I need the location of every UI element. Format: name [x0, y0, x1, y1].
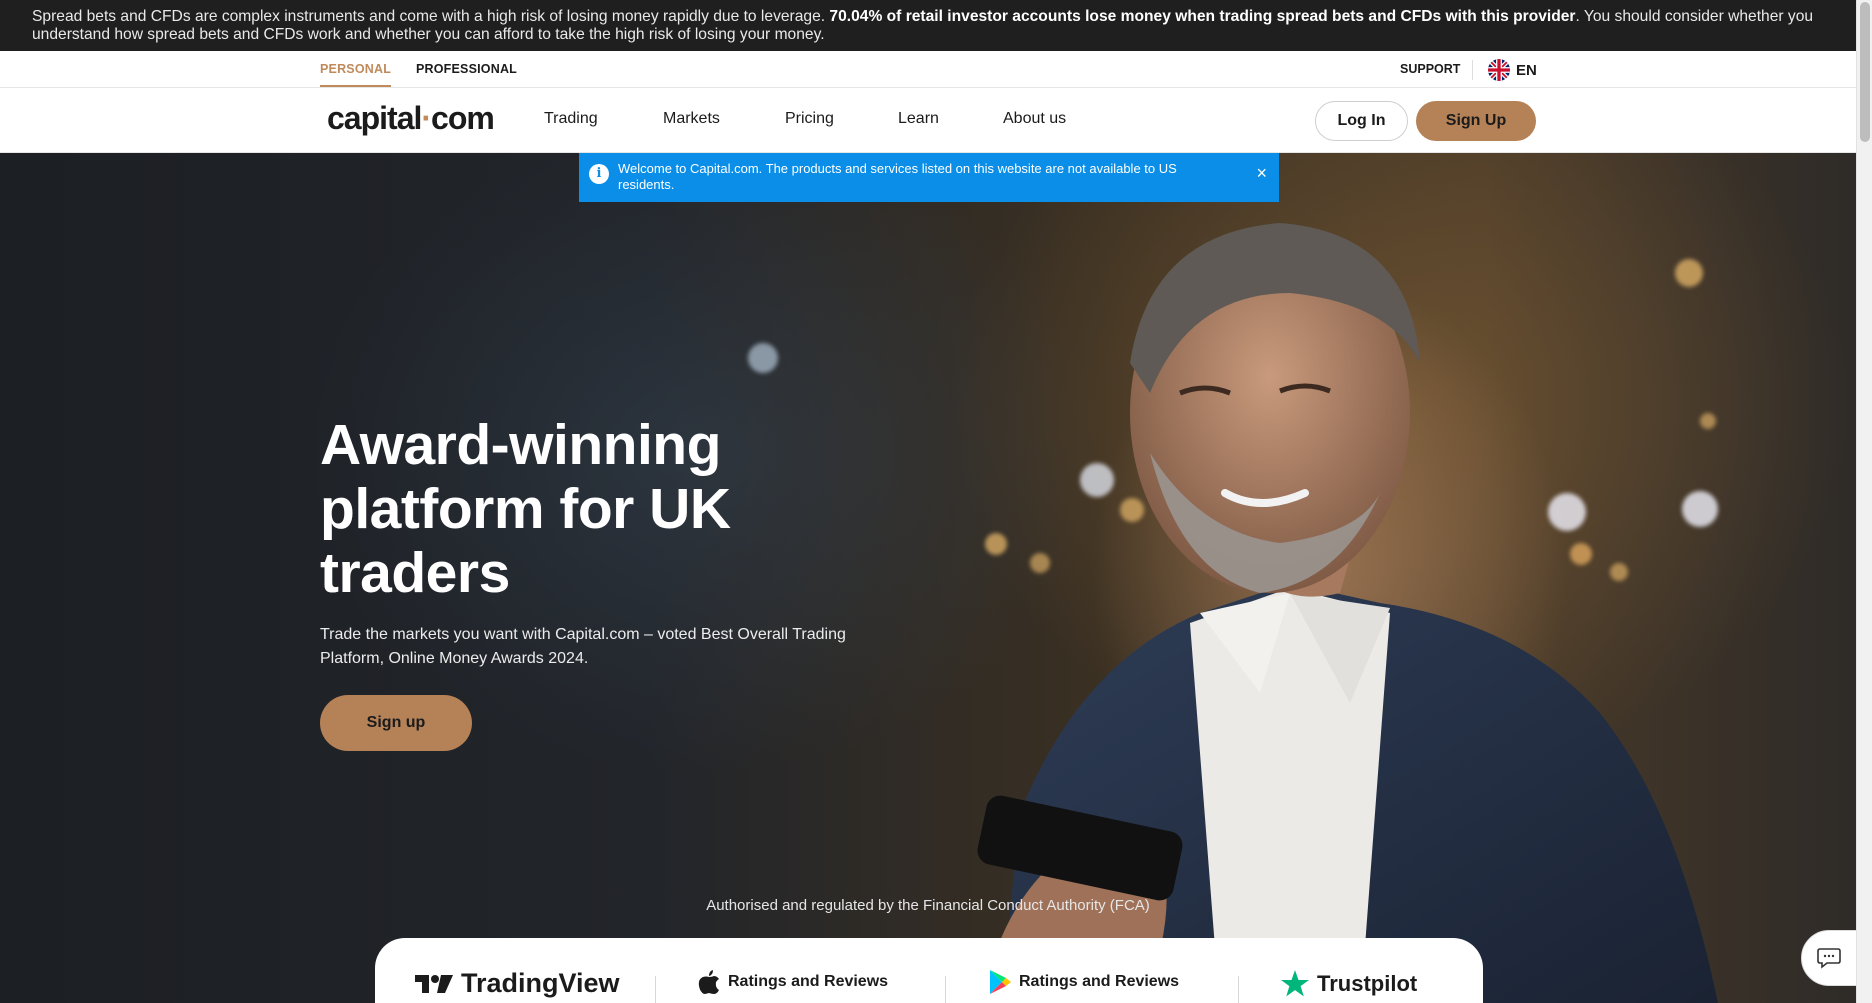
- uk-flag-icon: [1488, 59, 1510, 81]
- ratings-bar: TradingView Ratings and Reviews Ratings …: [375, 938, 1483, 1003]
- divider: [655, 976, 656, 1003]
- notice-text: Welcome to Capital.com. The products and…: [618, 161, 1177, 192]
- divider: [1238, 976, 1239, 1003]
- nav-item-trading[interactable]: Trading: [544, 110, 598, 128]
- nav-item-learn[interactable]: Learn: [898, 110, 939, 128]
- risk-warning-text: Spread bets and CFDs are complex instrum…: [32, 8, 830, 25]
- language-selector[interactable]: EN: [1488, 59, 1537, 81]
- chat-icon: [1817, 948, 1841, 969]
- nav-item-markets[interactable]: Markets: [663, 110, 720, 128]
- hero-man-image: [977, 223, 1718, 1003]
- app-store-rating[interactable]: Ratings and Reviews: [698, 970, 888, 994]
- hero-section: Award-winning platform for UK traders Tr…: [0, 153, 1856, 1003]
- tradingview-icon: [415, 974, 453, 993]
- login-button[interactable]: Log In: [1315, 101, 1408, 141]
- logo-text-left: capital: [327, 100, 422, 136]
- scrollbar-thumb[interactable]: [1860, 2, 1870, 142]
- google-play-rating[interactable]: Ratings and Reviews: [989, 970, 1179, 994]
- regulation-statement: Authorised and regulated by the Financia…: [706, 897, 1150, 914]
- page-scrollbar[interactable]: [1856, 0, 1872, 1003]
- top-strip: PERSONAL PROFESSIONAL SUPPORT EN: [0, 51, 1856, 88]
- hero-signup-button[interactable]: Sign up: [320, 695, 472, 751]
- trustpilot-star-icon: [1281, 970, 1309, 997]
- apple-icon: [698, 970, 719, 994]
- tradingview-label: TradingView: [461, 968, 620, 998]
- hero-title: Award-winning platform for UK traders: [320, 413, 731, 605]
- tab-personal[interactable]: PERSONAL: [320, 62, 392, 87]
- language-label: EN: [1516, 61, 1537, 79]
- divider: [945, 976, 946, 1003]
- nav-item-about-us[interactable]: About us: [1003, 110, 1066, 128]
- nav-item-pricing[interactable]: Pricing: [785, 110, 834, 128]
- app-store-rating-label: Ratings and Reviews: [728, 973, 889, 990]
- risk-warning-banner: Spread bets and CFDs are complex instrum…: [0, 0, 1856, 51]
- chat-button[interactable]: [1801, 930, 1857, 986]
- support-link[interactable]: SUPPORT: [1400, 62, 1460, 76]
- us-residents-notice: i Welcome to Capital.com. The products a…: [579, 153, 1279, 202]
- bokeh-light: [748, 343, 778, 373]
- capital-com-logo[interactable]: capital·com: [327, 100, 495, 137]
- trustpilot-rating[interactable]: Trustpilot: [1281, 970, 1417, 997]
- google-play-icon: [990, 970, 1011, 994]
- tradingview-rating[interactable]: TradingView: [415, 968, 620, 999]
- signup-button[interactable]: Sign Up: [1416, 101, 1536, 141]
- google-play-rating-label: Ratings and Reviews: [1019, 973, 1180, 990]
- logo-dot: ·: [421, 100, 432, 136]
- main-navigation: capital·com Trading Markets Pricing Lear…: [0, 88, 1856, 153]
- hero-subtitle: Trade the markets you want with Capital.…: [320, 626, 846, 667]
- close-icon[interactable]: ×: [1256, 164, 1267, 182]
- logo-text-right: com: [431, 100, 495, 136]
- info-icon: i: [589, 164, 609, 184]
- tab-professional[interactable]: PROFESSIONAL: [416, 62, 517, 76]
- risk-warning-percentage: 70.04% of retail investor accounts lose …: [829, 8, 1576, 25]
- divider: [1472, 60, 1473, 80]
- trustpilot-label: Trustpilot: [1317, 970, 1418, 996]
